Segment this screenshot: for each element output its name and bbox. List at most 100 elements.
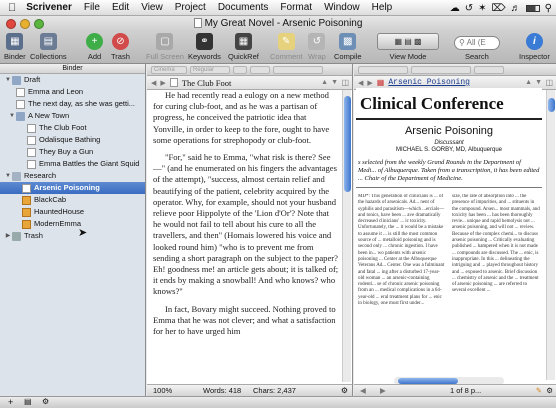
scrollbar-thumb[interactable]: [344, 96, 351, 192]
action-gear-icon[interactable]: ⚙: [42, 397, 49, 406]
menu-format[interactable]: Format: [274, 2, 318, 13]
binder-item-trash[interactable]: ▶ Trash: [4, 230, 43, 242]
footer-options-icon[interactable]: ⚙: [341, 385, 348, 396]
binder-item-the-club-foot[interactable]: The Club Foot: [27, 122, 87, 134]
format-controls[interactable]: [358, 65, 408, 74]
up-arrow-icon[interactable]: ▲: [321, 79, 328, 86]
document-icon: [27, 123, 36, 133]
binder-button[interactable]: ▦ Binder: [4, 33, 26, 61]
binder-item-label: Research: [24, 171, 57, 180]
bluetooth-icon[interactable]: ✶: [478, 3, 486, 14]
paragraph: "For," said he to Emma, "what risk is th…: [153, 152, 339, 297]
comment-button[interactable]: ✎ Comment: [270, 33, 303, 61]
binder-item-blackcab[interactable]: BlackCab: [22, 194, 66, 206]
document-proxy-icon[interactable]: [193, 18, 202, 28]
disclosure-open-icon[interactable]: ▼: [4, 170, 12, 182]
binder-item-draft[interactable]: ▼ Draft: [4, 74, 40, 86]
add-folder-icon[interactable]: ▤: [24, 397, 32, 406]
font-style-select[interactable]: Regular: [190, 65, 230, 74]
menu-file[interactable]: File: [78, 2, 106, 13]
down-arrow-icon[interactable]: ▼: [535, 79, 542, 86]
close-split-icon[interactable]: ◫: [545, 78, 553, 87]
split-editor-icon[interactable]: ◫: [341, 78, 349, 87]
spotlight-icon[interactable]: ⚲: [545, 3, 552, 14]
binder-item-a-new-town[interactable]: ▼ A New Town: [8, 110, 69, 122]
pdf-discussant: Discussant: [434, 140, 464, 146]
font-family-select[interactable]: Cinema: [151, 65, 187, 74]
pdf-tools-icon[interactable]: ✎: [536, 385, 542, 396]
compile-icon: ▩: [339, 33, 357, 50]
dropbox-icon[interactable]: ☁: [450, 3, 460, 14]
editor-text-area[interactable]: He had recently read a eulogy on a new m…: [153, 90, 339, 384]
alignment-buttons[interactable]: [273, 65, 323, 74]
close-window-button[interactable]: [6, 19, 16, 29]
minimize-window-button[interactable]: [20, 19, 30, 29]
back-arrow-icon[interactable]: ◀: [151, 79, 156, 87]
quickref-button[interactable]: ▦ QuickRef: [228, 33, 259, 61]
wifi-icon[interactable]: ⌦: [492, 3, 506, 14]
prev-page-icon[interactable]: ◀: [360, 385, 366, 396]
search-field[interactable]: ⚲ All (E: [454, 36, 500, 50]
binder-item-modernemma[interactable]: ModernEmma: [22, 218, 81, 230]
apple-menu-icon[interactable]: : [0, 2, 22, 14]
menu-app-name[interactable]: Scrivener: [22, 2, 78, 13]
binder-item-label: Emma and Leon: [28, 87, 84, 96]
disclosure-open-icon[interactable]: ▼: [4, 74, 12, 86]
binder-item-arsenic-poisoning[interactable]: Arsenic Poisoning: [0, 182, 145, 194]
binder-item-label: Arsenic Poisoning: [34, 183, 100, 192]
binder-item-label: Emma Battles the Giant Squid: [39, 159, 140, 168]
timemachine-icon[interactable]: ↺: [465, 3, 473, 14]
zoom-select[interactable]: 100%: [153, 385, 172, 396]
menu-project[interactable]: Project: [169, 2, 212, 13]
wrap-button[interactable]: ↺ Wrap: [308, 33, 326, 61]
split-options-icon[interactable]: ⚙: [546, 385, 553, 396]
forward-arrow-icon[interactable]: ▶: [160, 79, 165, 87]
next-page-icon[interactable]: ▶: [380, 385, 386, 396]
menu-help[interactable]: Help: [366, 2, 399, 13]
pdf-scrollbar[interactable]: [546, 90, 555, 380]
inspector-button[interactable]: i Inspector: [519, 33, 550, 61]
alignment-buttons[interactable]: [411, 65, 471, 74]
menu-documents[interactable]: Documents: [212, 2, 275, 13]
trash-button[interactable]: ⊘ Trash: [111, 33, 130, 61]
keywords-button[interactable]: ⚭ Keywords: [188, 33, 221, 61]
font-size-select[interactable]: [233, 65, 247, 74]
binder-item-they-buy-a-gun[interactable]: They Buy a Gun: [27, 146, 93, 158]
binder-item-odalisque-bathing[interactable]: Odalisque Bathing: [27, 134, 100, 146]
down-arrow-icon[interactable]: ▼: [331, 79, 338, 86]
binder-item-emma-battles[interactable]: Emma Battles the Giant Squid: [27, 158, 139, 170]
editor-doc-title[interactable]: The Club Foot: [182, 78, 232, 88]
binder-item-label: Trash: [24, 231, 43, 240]
disclosure-closed-icon[interactable]: ▶: [4, 230, 12, 242]
pdf-viewer[interactable]: Clinical Conference Arsenic Poisoning Di…: [356, 88, 542, 388]
bold-italic-buttons[interactable]: [250, 65, 270, 74]
binder-item-the-next-day[interactable]: The next day, as she was getti...: [16, 98, 135, 110]
full-screen-button[interactable]: ▢ Full Screen: [146, 33, 184, 61]
editor-scrollbar[interactable]: [342, 90, 351, 382]
binder-item-label: Draft: [24, 75, 41, 84]
spacing-select[interactable]: [474, 65, 504, 74]
binder-item-label: HauntedHouse: [34, 207, 85, 216]
scrollbar-thumb[interactable]: [548, 98, 555, 112]
binder-item-research[interactable]: ▼ Research: [4, 170, 56, 182]
volume-icon[interactable]: ♬: [511, 3, 521, 14]
compile-button[interactable]: ▩ Compile: [334, 33, 362, 61]
menu-window[interactable]: Window: [318, 2, 366, 13]
pdf-column-left: MD*: This generation of clinicians is ..…: [358, 194, 445, 307]
up-arrow-icon[interactable]: ▲: [525, 79, 532, 86]
binder-item-emma-and-leon[interactable]: Emma and Leon: [16, 86, 83, 98]
menu-edit[interactable]: Edit: [106, 2, 135, 13]
binder-item-hauntedhouse[interactable]: HauntedHouse: [22, 206, 84, 218]
battery-icon[interactable]: [525, 4, 540, 12]
collections-button[interactable]: ▤ Collections: [30, 33, 67, 61]
zoom-window-button[interactable]: [34, 19, 44, 29]
view-mode-control[interactable]: ▦ ▤ ▩ View Mode: [376, 33, 440, 61]
add-item-icon[interactable]: +: [8, 397, 13, 407]
forward-arrow-icon[interactable]: ▶: [367, 79, 372, 87]
disclosure-open-icon[interactable]: ▼: [8, 110, 16, 122]
menu-view[interactable]: View: [135, 2, 169, 13]
inspector-button-label: Inspector: [519, 52, 550, 61]
back-arrow-icon[interactable]: ◀: [358, 79, 363, 87]
add-button[interactable]: + Add: [86, 33, 103, 61]
split-doc-title[interactable]: Arsenic Poisoning: [388, 78, 470, 87]
